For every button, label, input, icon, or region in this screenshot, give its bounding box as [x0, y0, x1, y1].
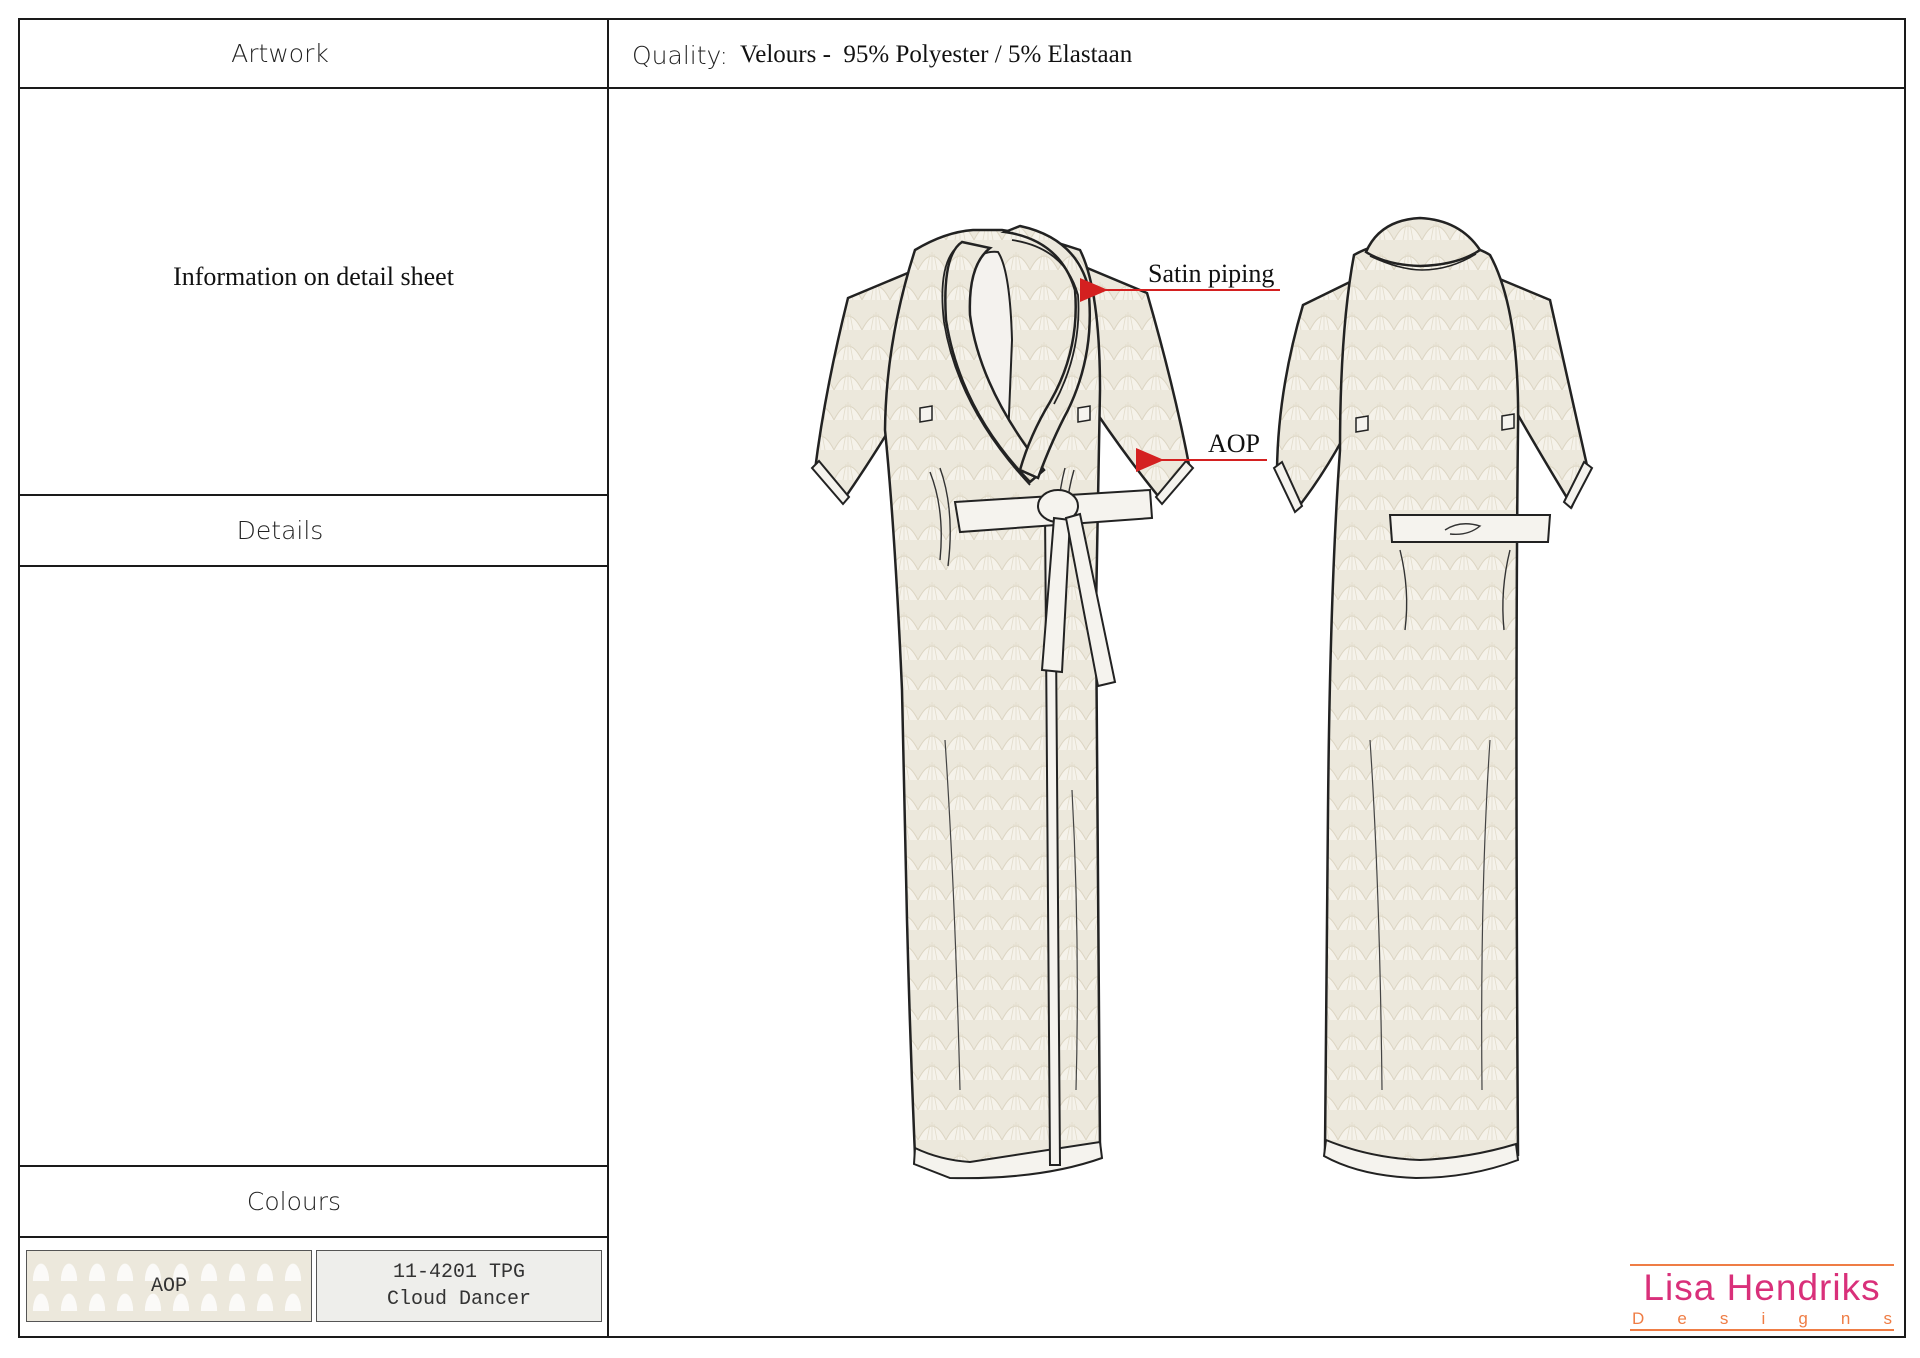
- logo-sub-letter: e: [1677, 1309, 1687, 1328]
- colour-swatch-aop: AOP: [26, 1250, 312, 1322]
- logo-sub-letter: n: [1840, 1309, 1851, 1328]
- artwork-info-text: Information on detail sheet: [173, 262, 454, 291]
- colour-swatch-cloud-dancer: 11-4201 TPG Cloud Dancer: [316, 1250, 602, 1322]
- swatch-code: 11-4201 TPG: [392, 1261, 526, 1284]
- robe-back-view: [1272, 216, 1594, 1180]
- details-header: Details: [236, 516, 324, 545]
- logo-subtitle: D e s i g n s: [1632, 1309, 1892, 1329]
- quality-line: Quality: Velours - 95% Polyester / 5% El…: [632, 35, 1132, 75]
- logo-bottom-rule: [1630, 1329, 1894, 1331]
- aop-label: AOP: [1208, 429, 1260, 458]
- logo-top-rule: [1630, 1264, 1894, 1266]
- robe-front-view: [810, 224, 1195, 1180]
- details-bottom-rule: [18, 565, 608, 567]
- logo-sub-letter: s: [1883, 1309, 1892, 1328]
- colours-bottom-rule: [18, 1236, 608, 1238]
- swatch-name: Cloud Dancer: [386, 1288, 532, 1311]
- artwork-header: Artwork: [231, 39, 329, 68]
- logo-name: Lisa Hendriks: [1643, 1267, 1881, 1308]
- logo-sub-letter: i: [1761, 1309, 1766, 1328]
- bathrobe-technical-drawing: Satin piping AOP: [810, 216, 1594, 1180]
- colours-header: Colours: [246, 1187, 342, 1216]
- logo-sub-letter: s: [1719, 1309, 1729, 1328]
- satin-piping-label: Satin piping: [1148, 259, 1274, 288]
- quality-value: Velours - 95% Polyester / 5% Elastaan: [739, 41, 1133, 68]
- header-rule: [18, 87, 1906, 89]
- logo-sub-letter: g: [1798, 1309, 1808, 1328]
- quality-label: Quality:: [632, 40, 728, 70]
- lisa-hendriks-designs-logo: Lisa Hendriks D e s i g n s: [1628, 1264, 1896, 1334]
- logo-sub-letter: D: [1632, 1309, 1645, 1328]
- column-divider: [607, 18, 609, 1338]
- swatch-aop-label: AOP: [150, 1274, 187, 1298]
